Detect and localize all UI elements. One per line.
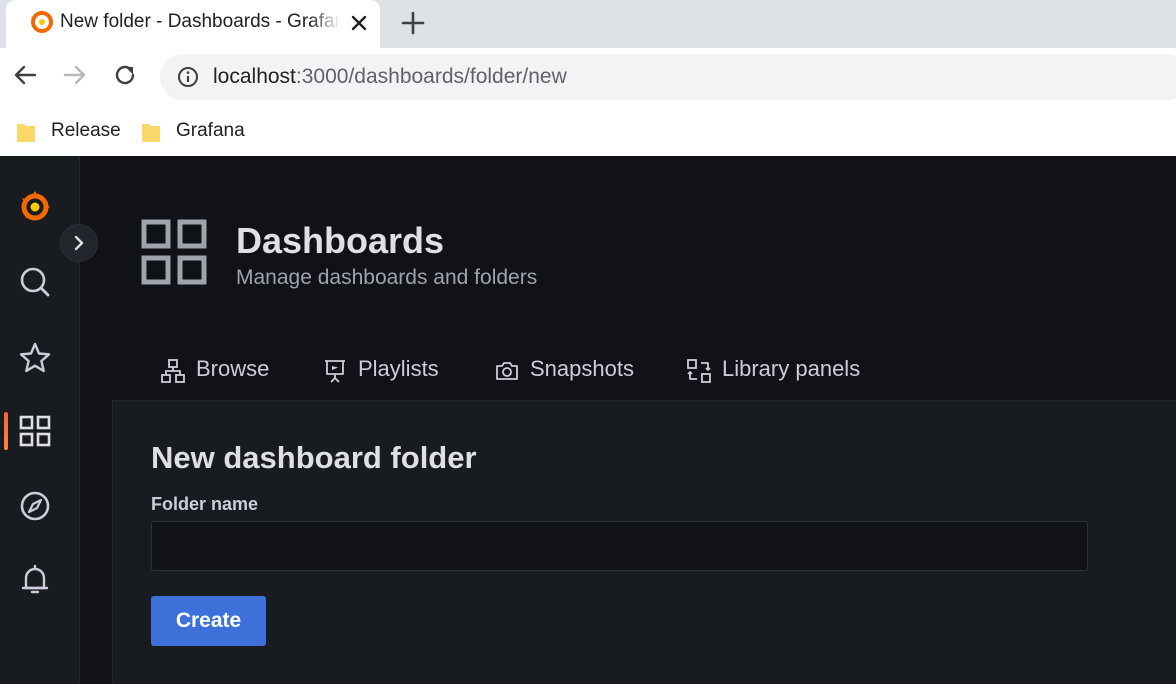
search-icon[interactable] bbox=[17, 264, 53, 300]
bell-icon[interactable] bbox=[17, 562, 53, 598]
tab-label: Library panels bbox=[722, 356, 861, 381]
bookmark-release[interactable]: Release bbox=[16, 116, 121, 146]
reload-icon[interactable] bbox=[108, 58, 142, 92]
address-bar[interactable]: localhost:3000/dashboards/folder/new bbox=[160, 54, 1176, 100]
tab-browse[interactable]: Browse bbox=[160, 344, 290, 394]
apps-icon[interactable] bbox=[17, 413, 53, 449]
tab-label: Snapshots bbox=[530, 356, 634, 381]
tab-snapshots[interactable]: Snapshots bbox=[494, 344, 654, 394]
page-title: Dashboards bbox=[236, 220, 445, 261]
back-arrow-icon[interactable] bbox=[8, 58, 42, 92]
folder-icon bbox=[142, 124, 160, 142]
bookmark-grafana[interactable]: Grafana bbox=[141, 116, 245, 146]
tab-playlists[interactable]: Playlists bbox=[322, 344, 462, 394]
url-host: localhost bbox=[213, 65, 296, 88]
browser-tab[interactable]: New folder - Dashboards - Grafana bbox=[6, 0, 380, 48]
tab-library-panels[interactable]: Library panels bbox=[686, 344, 876, 394]
close-tab-icon[interactable] bbox=[344, 8, 374, 38]
folder-name-label: Folder name bbox=[151, 494, 259, 514]
folder-icon bbox=[17, 124, 35, 142]
star-icon[interactable] bbox=[17, 340, 53, 376]
page-subtitle: Manage dashboards and folders bbox=[236, 266, 538, 289]
bookmarks-bar: Release Grafana bbox=[0, 106, 1176, 156]
grafana-app: Dashboards Manage dashboards and folders… bbox=[0, 156, 1176, 684]
sitemap-icon bbox=[161, 359, 185, 383]
page-body: New dashboard folder Folder name Create bbox=[112, 400, 1176, 684]
expand-menu-button[interactable] bbox=[60, 224, 98, 262]
chevron-right-icon bbox=[74, 235, 84, 251]
form-title: New dashboard folder bbox=[151, 440, 477, 475]
browser-toolbar: localhost:3000/dashboards/folder/new bbox=[0, 48, 1176, 106]
browser-tab-title: New folder - Dashboards - Grafana bbox=[60, 10, 340, 34]
browser-tab-strip: New folder - Dashboards - Grafana bbox=[0, 0, 1176, 48]
url-path: :3000/dashboards/folder/new bbox=[295, 65, 567, 88]
folder-name-input[interactable] bbox=[151, 521, 1088, 571]
dashboards-apps-icon bbox=[141, 219, 207, 285]
camera-icon bbox=[496, 362, 518, 380]
create-button[interactable]: Create bbox=[151, 596, 266, 646]
address-url[interactable]: localhost:3000/dashboards/folder/new bbox=[213, 65, 567, 89]
info-icon[interactable] bbox=[176, 65, 200, 89]
forward-arrow-icon[interactable] bbox=[58, 58, 92, 92]
library-panel-icon bbox=[687, 359, 711, 383]
tab-label: Playlists bbox=[358, 356, 439, 381]
grafana-favicon-icon bbox=[31, 10, 54, 33]
new-tab-plus-icon[interactable] bbox=[396, 6, 430, 40]
active-indicator bbox=[4, 412, 8, 450]
bookmark-label: Grafana bbox=[176, 120, 245, 141]
bookmark-label: Release bbox=[51, 120, 121, 141]
presentation-icon bbox=[325, 360, 345, 383]
grafana-logo-icon[interactable] bbox=[17, 188, 53, 224]
tab-label: Browse bbox=[196, 356, 270, 381]
compass-icon[interactable] bbox=[17, 488, 53, 524]
